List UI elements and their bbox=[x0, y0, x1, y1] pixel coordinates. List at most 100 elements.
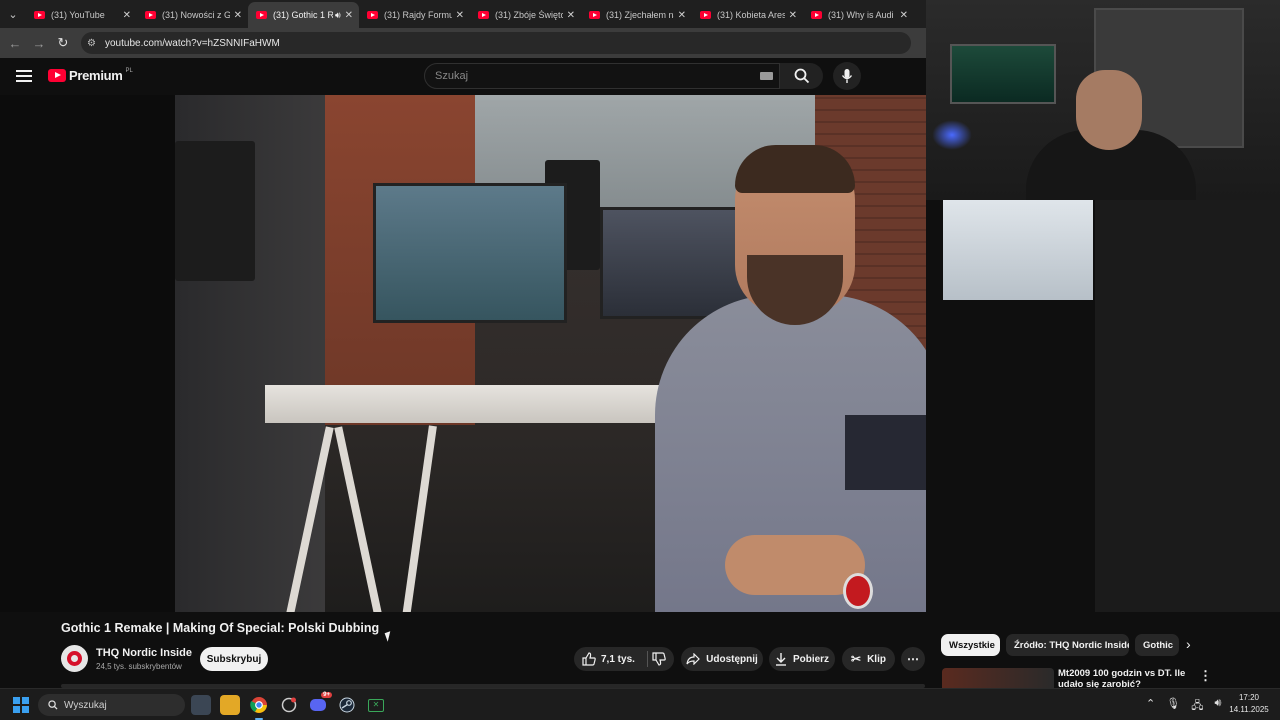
close-icon[interactable]: ✕ bbox=[456, 10, 464, 21]
close-icon[interactable]: ✕ bbox=[678, 10, 686, 21]
steam-logo-icon bbox=[339, 697, 355, 713]
recommendation-title[interactable]: Mt2009 100 godzin vs DT. Ile udało się z… bbox=[1058, 668, 1188, 688]
keyboard-icon[interactable] bbox=[760, 72, 773, 80]
browser-tab[interactable]: (31) Kobieta Aresztowana ✕ bbox=[692, 2, 803, 28]
close-icon[interactable]: ✕ bbox=[123, 10, 131, 21]
chip-all[interactable]: Wszystkie bbox=[941, 634, 1000, 656]
video-player[interactable] bbox=[0, 95, 926, 612]
youtube-logo[interactable]: Premium PL bbox=[48, 68, 133, 83]
background-monitor bbox=[943, 200, 1093, 300]
clip-button[interactable]: ✂ Klip bbox=[842, 647, 895, 671]
url-text: youtube.com/watch?v=hZSNNIFaHWM bbox=[105, 37, 280, 49]
terminal-icon[interactable]: ✕ bbox=[366, 695, 386, 715]
chevron-up-icon[interactable]: ⌃ bbox=[1146, 697, 1155, 716]
recommendation-thumbnail[interactable] bbox=[942, 668, 1054, 688]
discord-icon[interactable]: 9+ bbox=[308, 692, 332, 715]
close-icon[interactable]: ✕ bbox=[900, 10, 908, 21]
taskbar: Wyszukaj 9+ ✕ ⌃ 🎙︎ 🖧︎ 🔊︎ 17:20 14.11.202… bbox=[0, 688, 1280, 720]
circle-app-icon bbox=[281, 697, 297, 713]
clock-date: 14.11.2025 bbox=[1229, 705, 1269, 714]
close-icon[interactable]: ✕ bbox=[789, 10, 797, 21]
browser-tab[interactable]: (31) Rajdy Formuły ✕ bbox=[359, 2, 470, 28]
download-button[interactable]: Pobierz bbox=[769, 647, 835, 671]
reload-icon[interactable]: ↻ bbox=[51, 35, 75, 51]
tab-label: (31) Rajdy Formuły bbox=[384, 10, 452, 20]
close-icon[interactable]: ✕ bbox=[567, 10, 575, 21]
dislike-button[interactable] bbox=[644, 647, 674, 671]
tab-search-button[interactable]: ⌄ bbox=[0, 0, 26, 28]
browser-tab[interactable]: (31) Nowości z Gothic ✕ bbox=[137, 2, 248, 28]
chip-gothic[interactable]: Gothic bbox=[1135, 634, 1179, 656]
video-frame bbox=[175, 95, 926, 612]
taskbar-search-label: Wyszukaj bbox=[64, 699, 107, 711]
tab-label: (31) Why is Audi bbox=[828, 10, 894, 20]
mouse-cursor-icon bbox=[384, 631, 394, 642]
youtube-favicon-icon bbox=[478, 11, 489, 19]
search-button[interactable] bbox=[780, 63, 823, 89]
site-info-icon[interactable]: ⚙ bbox=[87, 38, 101, 49]
microphone-icon[interactable]: 🎙︎ bbox=[1166, 697, 1180, 716]
youtube-favicon-icon bbox=[589, 11, 600, 19]
thq-logo-icon bbox=[67, 651, 82, 666]
video-title: Gothic 1 Remake | Making Of Special: Pol… bbox=[61, 621, 380, 635]
share-label: Udostępnij bbox=[706, 653, 758, 665]
youtube-favicon-icon bbox=[145, 11, 156, 19]
browser-tab[interactable]: (31) Why is Audi ✕ bbox=[803, 2, 914, 28]
search-input[interactable]: Szukaj bbox=[424, 63, 780, 89]
chip-source[interactable]: Źródło: THQ Nordic Inside bbox=[1006, 634, 1129, 656]
youtube-favicon-icon bbox=[367, 11, 378, 19]
app-icon[interactable] bbox=[279, 695, 299, 715]
download-icon bbox=[775, 653, 786, 666]
menu-icon[interactable] bbox=[16, 70, 32, 82]
channel-avatar[interactable] bbox=[61, 645, 88, 672]
chrome-icon[interactable] bbox=[249, 695, 269, 720]
download-label: Pobierz bbox=[792, 653, 830, 665]
taskbar-search[interactable]: Wyszukaj bbox=[38, 694, 185, 716]
youtube-favicon-icon bbox=[811, 11, 822, 19]
back-arrow-icon[interactable]: ← bbox=[3, 36, 27, 51]
browser-toolbar: ← → ↻ ⚙ youtube.com/watch?v=hZSNNIFaHWM bbox=[0, 28, 926, 58]
browser-tab[interactable]: (31) YouTube ✕ bbox=[26, 2, 137, 28]
forward-arrow-icon[interactable]: → bbox=[27, 36, 51, 51]
chevron-right-icon[interactable]: › bbox=[1186, 636, 1191, 652]
like-button[interactable]: 7,1 tys. bbox=[582, 652, 635, 666]
browser-tab[interactable]: (31) Zbóje Świętokrzyskie ✕ bbox=[470, 2, 581, 28]
subscribe-button[interactable]: Subskrybuj bbox=[200, 647, 268, 671]
notification-badge: 9+ bbox=[321, 692, 332, 698]
address-bar[interactable]: ⚙ youtube.com/watch?v=hZSNNIFaHWM bbox=[81, 32, 911, 54]
tab-label: (31) Zjechałem na bbox=[606, 10, 674, 20]
browser-tab-active[interactable]: (31) Gothic 1 Remake🔊︎ ✕ bbox=[248, 2, 359, 28]
like-count: 7,1 tys. bbox=[601, 653, 635, 665]
channel-name[interactable]: THQ Nordic Inside bbox=[96, 647, 192, 659]
youtube-header: Premium PL Szukaj bbox=[0, 58, 926, 95]
youtube-favicon-icon bbox=[700, 11, 711, 19]
tab-label: (31) Kobieta Aresztowana bbox=[717, 10, 785, 20]
close-icon[interactable]: ✕ bbox=[345, 10, 353, 21]
browser-tab[interactable]: (31) Zjechałem na ✕ bbox=[581, 2, 692, 28]
volume-icon[interactable]: 🔊︎ bbox=[1214, 697, 1221, 716]
logo-text: Premium bbox=[69, 68, 123, 83]
steam-icon[interactable] bbox=[337, 695, 357, 715]
subscriber-count: 24,5 tys. subskrybentów bbox=[96, 662, 182, 671]
task-view-icon[interactable] bbox=[191, 695, 211, 715]
windows-start-icon[interactable] bbox=[13, 697, 29, 713]
browser-tab-strip: ⌄ (31) YouTube ✕ (31) Nowości z Gothic ✕ (… bbox=[0, 0, 926, 28]
clock[interactable]: 17:20 14.11.2025 bbox=[1226, 692, 1272, 716]
close-icon[interactable]: ✕ bbox=[234, 10, 242, 21]
scissors-icon: ✂ bbox=[851, 652, 862, 666]
file-explorer-icon[interactable] bbox=[220, 695, 240, 715]
more-actions-button[interactable]: ⋯ bbox=[901, 647, 925, 671]
more-vertical-icon[interactable]: ⋮ bbox=[1199, 668, 1212, 684]
youtube-favicon-icon bbox=[256, 11, 267, 19]
share-button[interactable]: Udostępnij bbox=[681, 647, 763, 671]
clip-label: Klip bbox=[867, 653, 886, 665]
system-tray: ⌃ 🎙︎ 🖧︎ 🔊︎ bbox=[1146, 697, 1221, 716]
search-icon bbox=[794, 68, 809, 84]
voice-search-button[interactable] bbox=[833, 62, 861, 90]
youtube-favicon-icon bbox=[34, 11, 45, 19]
microphone-icon bbox=[841, 69, 853, 83]
network-icon[interactable]: 🖧︎ bbox=[1191, 697, 1203, 716]
chrome-logo-icon bbox=[250, 697, 267, 713]
tab-label: (31) Zbóje Świętokrzyskie bbox=[495, 10, 563, 20]
speaker-icon[interactable]: 🔊︎ bbox=[335, 10, 341, 21]
